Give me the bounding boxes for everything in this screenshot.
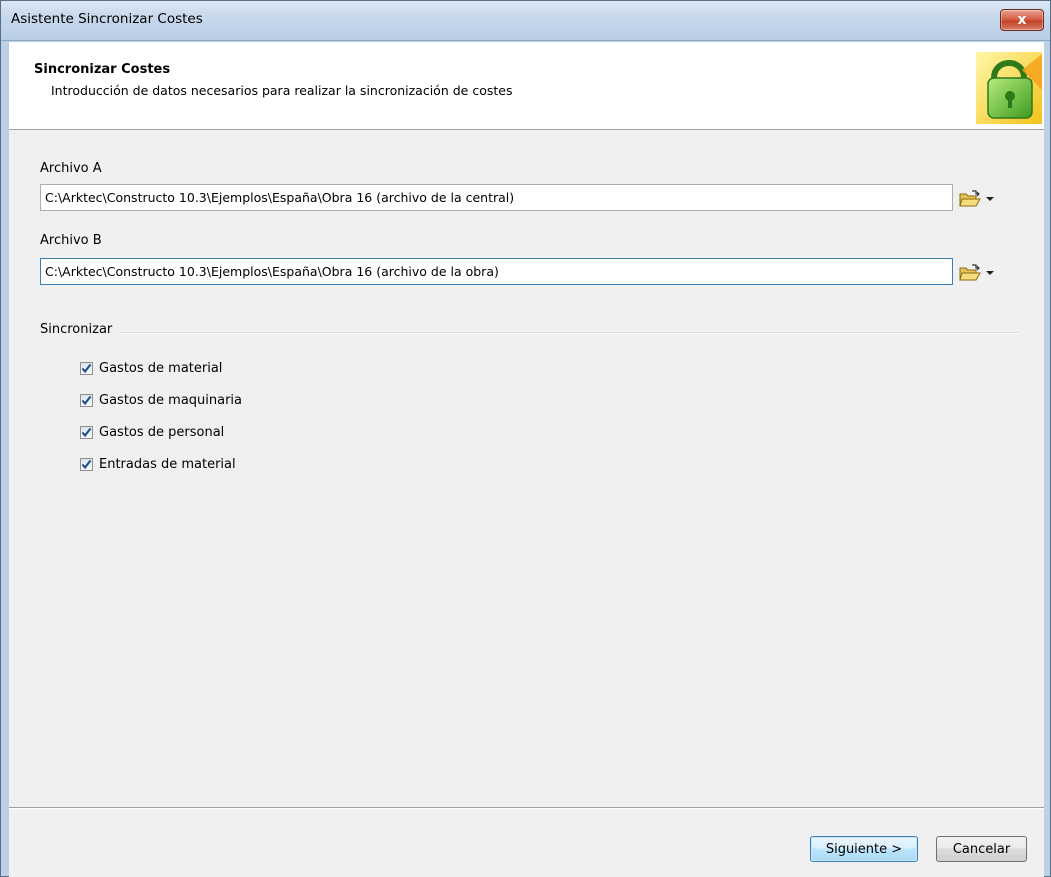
close-icon: x (1017, 12, 1027, 28)
checkbox-gastos-personal[interactable]: Gastos de personal (80, 422, 224, 442)
file-a-label: Archivo A (40, 161, 102, 176)
next-button-label: Siguiente > (825, 841, 903, 857)
checkbox-box[interactable] (80, 425, 93, 439)
page-title: Sincronizar Costes (34, 62, 171, 77)
footer-separator (9, 807, 1044, 809)
file-b-browse-button[interactable] (959, 262, 999, 284)
checkbox-label: Gastos de personal (99, 424, 225, 440)
checkbox-label: Entradas de material (99, 456, 236, 472)
title-bar[interactable]: Asistente Sincronizar Costes x (1, 1, 1050, 41)
file-a-browse-button[interactable] (959, 188, 999, 210)
check-mark-icon (81, 363, 92, 373)
checkbox-gastos-maquinaria[interactable]: Gastos de maquinaria (80, 390, 242, 410)
dropdown-arrow-icon (986, 271, 994, 275)
window-title: Asistente Sincronizar Costes (11, 11, 203, 27)
dropdown-arrow-icon (986, 197, 994, 201)
file-b-input[interactable] (40, 258, 953, 285)
sync-group-label: Sincronizar (40, 322, 115, 337)
wizard-header: Sincronizar Costes Introducción de datos… (9, 42, 1044, 130)
wizard-graphic-icon (976, 52, 1042, 124)
cancel-button[interactable]: Cancelar (936, 836, 1027, 862)
wizard-window: Asistente Sincronizar Costes x Sincroniz… (0, 0, 1051, 877)
sync-group-divider (120, 332, 1019, 334)
dialog-client-area: Sincronizar Costes Introducción de datos… (9, 42, 1044, 877)
check-mark-icon (81, 459, 92, 469)
open-folder-icon (959, 190, 981, 207)
checkbox-gastos-material[interactable]: Gastos de material (80, 358, 222, 378)
checkbox-box[interactable] (80, 393, 93, 407)
checkbox-box[interactable] (80, 457, 93, 471)
checkbox-entradas-material[interactable]: Entradas de material (80, 454, 236, 474)
close-button[interactable]: x (1000, 9, 1044, 31)
check-mark-icon (81, 395, 92, 405)
next-button[interactable]: Siguiente > (810, 836, 918, 862)
checkbox-label: Gastos de maquinaria (99, 392, 243, 408)
file-a-input[interactable] (40, 184, 953, 211)
checkbox-box[interactable] (80, 361, 93, 375)
cancel-button-label: Cancelar (952, 841, 1011, 857)
checkbox-label: Gastos de material (99, 360, 223, 376)
open-folder-icon (959, 264, 981, 281)
check-mark-icon (81, 427, 92, 437)
file-b-label: Archivo B (40, 233, 102, 248)
page-subtitle: Introducción de datos necesarios para re… (51, 83, 513, 98)
